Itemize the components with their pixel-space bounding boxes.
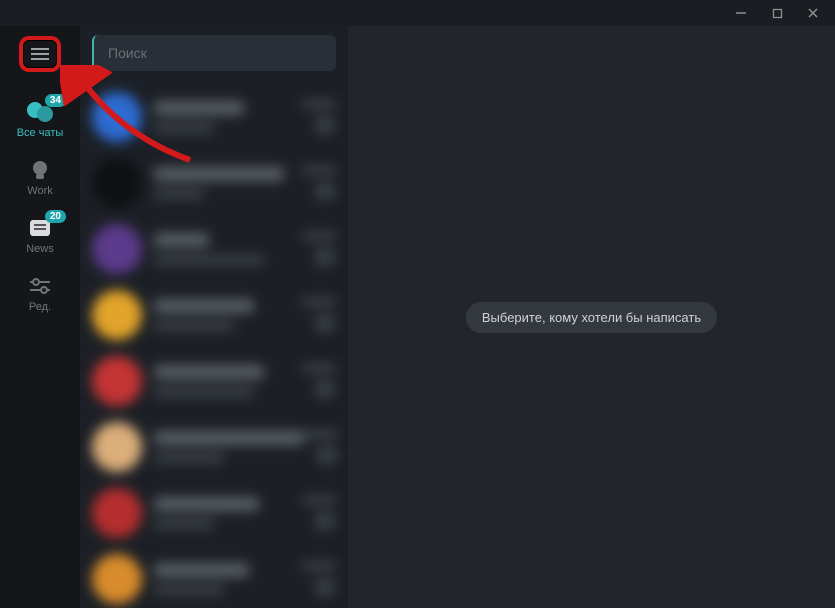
chat-row[interactable] xyxy=(80,348,348,414)
bulb-icon xyxy=(24,158,56,182)
avatar xyxy=(92,224,142,274)
folder-label: Все чаты xyxy=(17,127,64,139)
folder-news[interactable]: 20 News xyxy=(5,208,75,262)
folder-label: Work xyxy=(27,185,52,197)
folder-label: News xyxy=(26,243,54,255)
chat-row[interactable] xyxy=(80,84,348,150)
chat-row[interactable] xyxy=(80,150,348,216)
avatar xyxy=(92,488,142,538)
folder-badge: 20 xyxy=(45,210,66,223)
avatar xyxy=(92,290,142,340)
avatar xyxy=(92,158,142,208)
chat-row[interactable] xyxy=(80,546,348,608)
main-area: Выберите, кому хотели бы написать xyxy=(348,26,835,608)
chat-row[interactable] xyxy=(80,216,348,282)
chat-row[interactable] xyxy=(80,480,348,546)
titlebar xyxy=(0,0,835,26)
chat-list[interactable] xyxy=(80,80,348,608)
avatar xyxy=(92,92,142,142)
folders-sidebar: 34 Все чаты Work 20 News xyxy=(0,26,80,608)
hamburger-icon xyxy=(30,47,50,61)
empty-state-text: Выберите, кому хотели бы написать xyxy=(466,302,717,333)
folder-edit[interactable]: Ред. xyxy=(5,266,75,320)
avatar xyxy=(92,422,142,472)
folder-all-chats[interactable]: 34 Все чаты xyxy=(5,92,75,146)
folder-work[interactable]: Work xyxy=(5,150,75,204)
chat-row[interactable] xyxy=(80,414,348,480)
close-button[interactable] xyxy=(795,1,831,25)
avatar xyxy=(92,356,142,406)
menu-button[interactable] xyxy=(19,36,61,72)
sliders-icon xyxy=(24,274,56,298)
search-input[interactable] xyxy=(92,35,336,71)
folder-badge: 34 xyxy=(45,94,66,107)
chat-list-column xyxy=(80,26,348,608)
minimize-button[interactable] xyxy=(723,1,759,25)
chat-row[interactable] xyxy=(80,282,348,348)
maximize-button[interactable] xyxy=(759,1,795,25)
avatar xyxy=(92,554,142,604)
folder-label: Ред. xyxy=(29,301,51,313)
